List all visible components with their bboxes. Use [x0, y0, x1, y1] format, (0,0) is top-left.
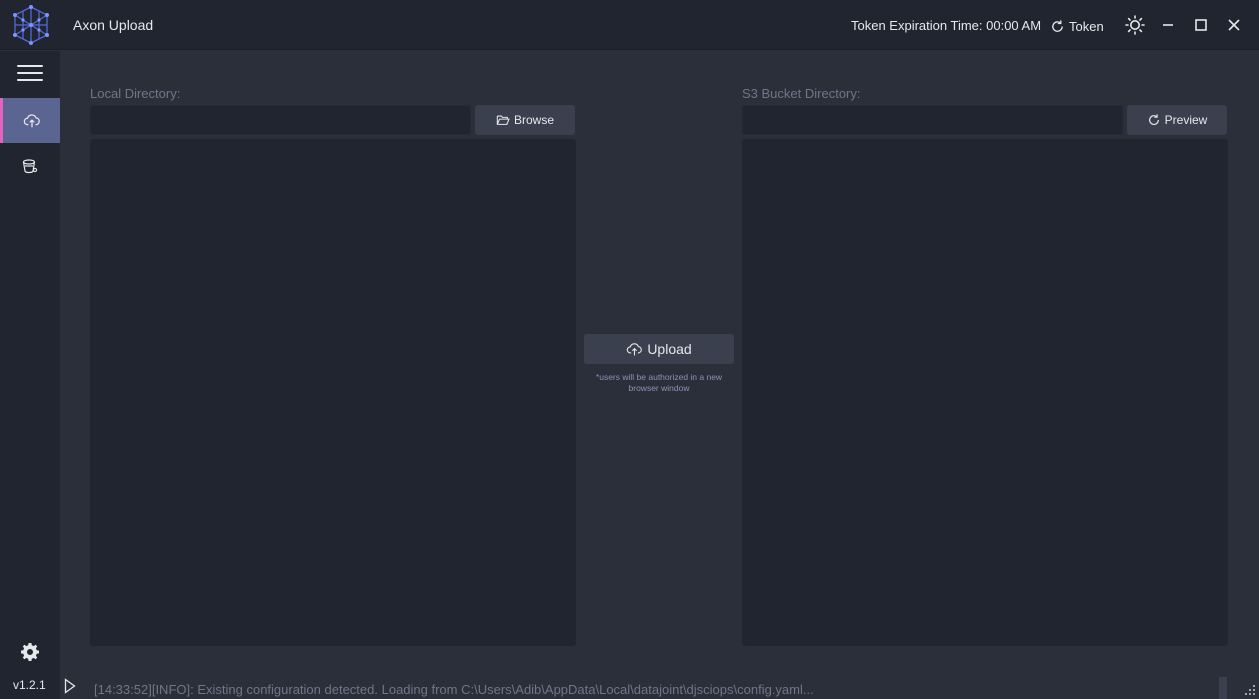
play-triangle-icon[interactable]	[64, 678, 76, 694]
s3-directory-input[interactable]	[742, 105, 1123, 135]
close-button[interactable]	[1222, 13, 1246, 37]
maximize-button[interactable]	[1189, 13, 1213, 37]
maximize-icon	[1195, 19, 1207, 31]
preview-button-label: Preview	[1164, 113, 1208, 127]
close-icon	[1228, 19, 1240, 31]
sidebar: v1.2.1	[0, 51, 60, 699]
token-refresh-button[interactable]: Token	[1050, 15, 1104, 37]
gear-icon[interactable]	[20, 642, 40, 662]
minimize-icon	[1163, 24, 1173, 26]
cloud-upload-icon	[23, 113, 40, 127]
browse-button[interactable]: Browse	[475, 105, 575, 135]
refresh-icon	[1148, 114, 1159, 125]
preview-button[interactable]: Preview	[1127, 105, 1227, 135]
log-message: [14:33:52][INFO]: Existing configuration…	[94, 682, 814, 697]
sidebar-item-bucket[interactable]	[0, 143, 60, 188]
minimize-button[interactable]	[1156, 13, 1180, 37]
refresh-icon	[1052, 19, 1063, 32]
sun-icon	[1125, 15, 1145, 35]
local-file-tree[interactable]	[90, 139, 576, 646]
local-directory-label: Local Directory:	[90, 86, 181, 101]
hamburger-icon[interactable]	[17, 65, 43, 85]
bucket-icon	[22, 158, 38, 173]
token-button-label: Token	[1069, 18, 1104, 34]
theme-toggle-button[interactable]	[1123, 13, 1147, 37]
local-directory-input[interactable]	[90, 105, 471, 135]
resize-grip-icon[interactable]	[1244, 684, 1256, 696]
sidebar-item-upload[interactable]	[0, 98, 60, 143]
app-title: Axon Upload	[73, 17, 154, 33]
cloud-upload-icon	[627, 342, 643, 355]
log-scrollbar[interactable]	[1219, 677, 1227, 699]
app-version: v1.2.1	[13, 678, 46, 692]
upload-button-label: Upload	[647, 341, 692, 357]
upload-auth-note: *users will be authorized in a new brows…	[595, 372, 723, 393]
title-bar: Axon Upload Token Expiration Time: 00:00…	[0, 0, 1259, 50]
browse-button-label: Browse	[513, 113, 554, 127]
s3-directory-label: S3 Bucket Directory:	[742, 86, 861, 101]
folder-open-icon	[496, 115, 510, 125]
upload-button[interactable]: Upload	[584, 334, 734, 364]
s3-file-tree[interactable]	[742, 139, 1228, 646]
token-expiration-text: Token Expiration Time: 00:00 AM	[851, 18, 1042, 33]
app-logo	[13, 5, 49, 45]
